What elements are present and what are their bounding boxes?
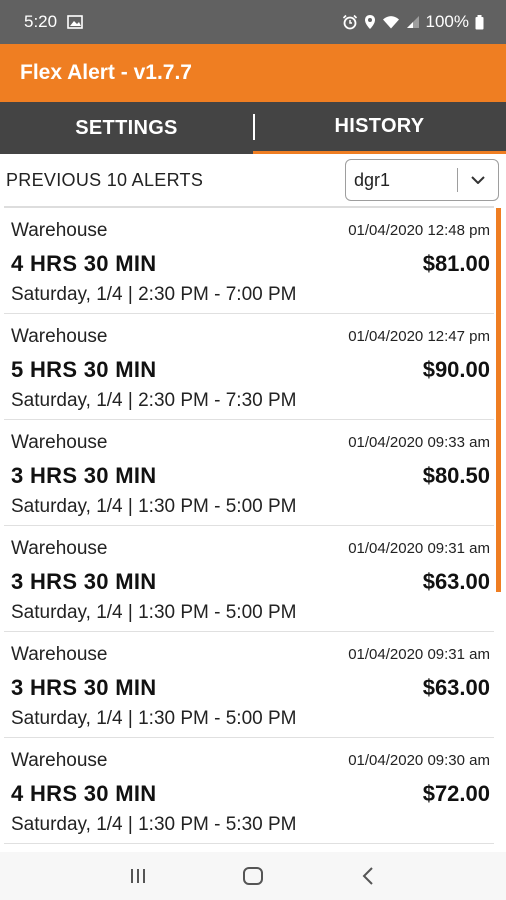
alarm-icon <box>342 14 358 30</box>
alert-schedule: Saturday, 1/4 | 2:30 PM - 7:30 PM <box>11 390 297 411</box>
alert-duration: 4 HRS 30 MIN <box>11 781 157 806</box>
filter-selected-value: dgr1 <box>354 169 391 190</box>
status-icons: 100% <box>342 12 484 32</box>
alert-schedule: Saturday, 1/4 | 1:30 PM - 5:00 PM <box>11 708 297 729</box>
location-icon <box>364 14 376 30</box>
alert-timestamp: 01/04/2020 09:31 am <box>348 646 490 663</box>
list-item[interactable]: Warehouse 01/04/2020 12:48 pm 4 HRS 30 M… <box>4 208 494 314</box>
status-bar: 5:20 100% <box>0 0 506 44</box>
alert-timestamp: 01/04/2020 12:47 pm <box>348 328 490 345</box>
alert-schedule: Saturday, 1/4 | 1:30 PM - 5:30 PM <box>11 814 297 835</box>
alert-location: Warehouse <box>11 750 108 771</box>
alert-timestamp: 01/04/2020 09:33 am <box>348 434 490 451</box>
alert-duration: 4 HRS 30 MIN <box>11 251 157 276</box>
alert-pay: $90.00 <box>422 357 490 382</box>
list-item[interactable]: Warehouse 01/04/2020 09:31 am 3 HRS 30 M… <box>4 632 494 738</box>
back-icon[interactable] <box>348 856 388 896</box>
recent-apps-icon[interactable] <box>118 856 158 896</box>
chevron-down-icon <box>458 176 498 184</box>
alert-duration: 3 HRS 30 MIN <box>11 675 157 700</box>
list-item[interactable]: Warehouse 01/04/2020 09:30 am 4 HRS 30 M… <box>4 738 494 844</box>
alert-timestamp: 01/04/2020 09:31 am <box>348 540 490 557</box>
home-icon[interactable] <box>233 856 273 896</box>
tab-settings[interactable]: SETTINGS <box>0 102 253 154</box>
battery-percent: 100% <box>425 12 469 31</box>
alert-location: Warehouse <box>11 326 108 347</box>
battery-icon <box>475 14 484 30</box>
list-item[interactable]: Warehouse 01/04/2020 09:33 am 3 HRS 30 M… <box>4 420 494 526</box>
filter-dropdown[interactable]: dgr1 <box>345 159 499 201</box>
alert-schedule: Saturday, 1/4 | 2:30 PM - 7:00 PM <box>11 284 297 305</box>
alert-timestamp: 01/04/2020 12:48 pm <box>348 222 490 239</box>
alert-pay: $72.00 <box>422 781 490 806</box>
tab-history[interactable]: HISTORY <box>253 102 506 154</box>
tab-bar: SETTINGS HISTORY <box>0 102 506 154</box>
alert-duration: 3 HRS 30 MIN <box>11 569 157 594</box>
alert-pay: $63.00 <box>422 569 490 594</box>
alert-duration: 3 HRS 30 MIN <box>11 463 157 488</box>
signal-icon <box>406 15 420 29</box>
system-nav-bar <box>0 852 506 900</box>
alerts-list[interactable]: Warehouse 01/04/2020 12:48 pm 4 HRS 30 M… <box>4 208 494 852</box>
alert-pay: $80.50 <box>422 463 490 488</box>
list-item[interactable]: Warehouse 01/04/2020 09:31 am 3 HRS 30 M… <box>4 526 494 632</box>
alert-location: Warehouse <box>11 220 108 241</box>
app-bar: Flex Alert - v1.7.7 <box>0 44 506 102</box>
list-scrollbar[interactable] <box>496 208 501 592</box>
alert-pay: $63.00 <box>422 675 490 700</box>
alert-schedule: Saturday, 1/4 | 1:30 PM - 5:00 PM <box>11 496 297 517</box>
alert-location: Warehouse <box>11 644 108 665</box>
wifi-icon <box>382 15 400 29</box>
list-item[interactable]: Warehouse 01/04/2020 12:47 pm 5 HRS 30 M… <box>4 314 494 420</box>
alert-pay: $81.00 <box>422 251 490 276</box>
image-icon <box>67 15 83 29</box>
alert-location: Warehouse <box>11 538 108 559</box>
tab-history-label: HISTORY <box>334 115 425 137</box>
history-header: PREVIOUS 10 ALERTS dgr1 <box>0 154 506 206</box>
alert-location: Warehouse <box>11 432 108 453</box>
alert-timestamp: 01/04/2020 09:30 am <box>348 752 490 769</box>
history-heading: PREVIOUS 10 ALERTS <box>6 169 204 190</box>
app-title: Flex Alert - v1.7.7 <box>20 61 192 84</box>
alert-schedule: Saturday, 1/4 | 1:30 PM - 5:00 PM <box>11 602 297 623</box>
alert-duration: 5 HRS 30 MIN <box>11 357 157 382</box>
tab-settings-label: SETTINGS <box>75 116 178 139</box>
status-time: 5:20 <box>24 12 58 31</box>
